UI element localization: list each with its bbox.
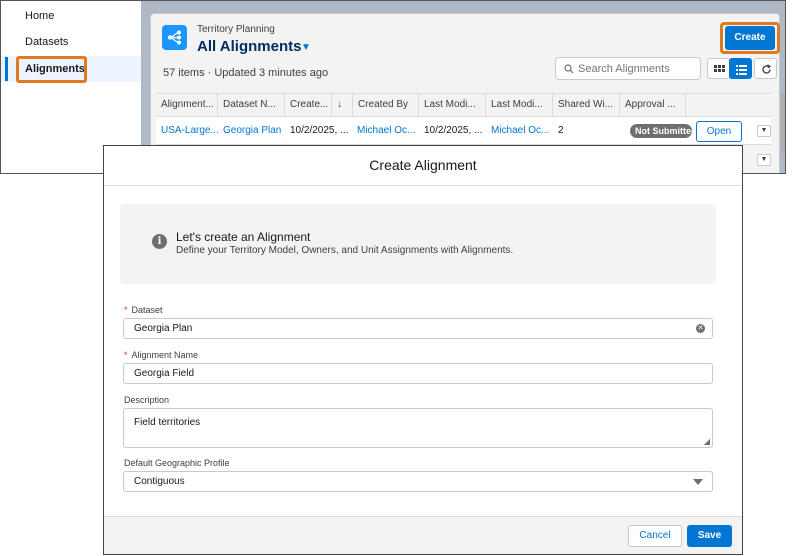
refresh-icon	[762, 64, 772, 74]
info-description: Define your Territory Model, Owners, and…	[176, 245, 514, 256]
save-button[interactable]: Save	[687, 525, 732, 547]
scrollbar[interactable]	[781, 93, 785, 153]
cancel-button[interactable]: Cancel	[628, 525, 682, 547]
nav-item-alignments[interactable]: Alignments	[1, 56, 141, 82]
geo-profile-value: Contiguous	[134, 476, 185, 487]
cell-alignment-link[interactable]: USA-Large...	[156, 117, 218, 144]
dataset-lookup-field[interactable]: ✕	[123, 318, 713, 339]
alignment-name-label: * Alignment Name	[124, 350, 199, 360]
geo-profile-select[interactable]: Contiguous	[123, 471, 713, 492]
row-actions-chevron-icon[interactable]: ▼	[757, 125, 771, 137]
grid-view-button[interactable]	[707, 58, 730, 79]
cell-last-modified-by-link[interactable]: Michael Oc...	[486, 117, 553, 144]
column-header[interactable]: Shared Wi...	[553, 94, 620, 116]
nav-item-home[interactable]: Home	[1, 3, 141, 29]
list-view-button[interactable]	[729, 58, 752, 79]
alignment-name-input[interactable]	[134, 364, 674, 383]
column-header[interactable]: Last Modi...	[419, 94, 486, 116]
cell-created-date: 10/2/2025, ...	[290, 125, 349, 136]
refresh-button[interactable]	[754, 58, 777, 79]
list-meta-info: 57 items · Updated 3 minutes ago	[163, 67, 329, 79]
territory-planning-icon	[162, 25, 187, 50]
list-view-title[interactable]: All Alignments	[197, 38, 301, 55]
resize-handle-icon[interactable]: ◢	[704, 437, 710, 446]
cell-shared-with: 2	[558, 125, 564, 136]
dataset-label: * Dataset	[124, 305, 163, 315]
info-banner: i Let's create an Alignment Define your …	[120, 204, 716, 284]
column-header[interactable]: Create...	[285, 94, 332, 116]
search-box[interactable]	[555, 57, 701, 80]
modal-title: Create Alignment	[104, 146, 742, 186]
chevron-down-icon[interactable]: ▼	[301, 42, 311, 53]
info-icon: i	[152, 234, 167, 249]
table-row[interactable]: USA-Large... Georgia Plan 10/2/2025, ...…	[156, 117, 771, 145]
table-header: Alignment... Dataset N... Create... ↓ Cr…	[156, 93, 771, 117]
grid-icon	[714, 65, 725, 72]
search-icon	[564, 64, 574, 74]
geo-profile-label: Default Geographic Profile	[124, 458, 230, 468]
cell-dataset-link[interactable]: Georgia Plan	[218, 117, 285, 144]
chevron-down-icon	[693, 479, 703, 485]
info-title: Let's create an Alignment	[176, 230, 311, 244]
nav-active-indicator	[5, 57, 8, 81]
create-button[interactable]: Create	[725, 26, 775, 50]
column-header[interactable]: Last Modi...	[486, 94, 553, 116]
column-header[interactable]: Approval ...	[620, 94, 686, 116]
description-text: Field territories	[134, 417, 201, 428]
create-alignment-modal: Create Alignment i Let's create an Align…	[103, 145, 743, 555]
dataset-input[interactable]	[134, 319, 674, 338]
status-badge: Not Submitted	[630, 124, 692, 138]
nav-item-datasets[interactable]: Datasets	[1, 29, 141, 55]
sort-arrow-icon: ↓	[337, 99, 342, 110]
column-header[interactable]: Created By	[352, 94, 419, 116]
list-eyebrow: Territory Planning	[197, 24, 275, 35]
cell-created-by-link[interactable]: Michael Oc...	[352, 117, 419, 144]
cell-last-modified-date: 10/2/2025, ...	[424, 125, 483, 136]
row-actions-chevron-icon[interactable]: ▼	[757, 154, 771, 166]
list-icon	[736, 65, 747, 75]
description-textarea[interactable]: Field territories ◢	[123, 408, 713, 448]
column-header[interactable]: Dataset N...	[218, 94, 285, 116]
description-label: Description	[124, 395, 170, 405]
clear-icon[interactable]: ✕	[696, 324, 705, 333]
open-button[interactable]: Open	[696, 121, 742, 142]
search-input[interactable]	[578, 61, 696, 77]
column-header[interactable]: Alignment...	[156, 94, 218, 116]
alignment-name-field[interactable]	[123, 363, 713, 384]
modal-footer: Cancel Save	[104, 516, 742, 554]
